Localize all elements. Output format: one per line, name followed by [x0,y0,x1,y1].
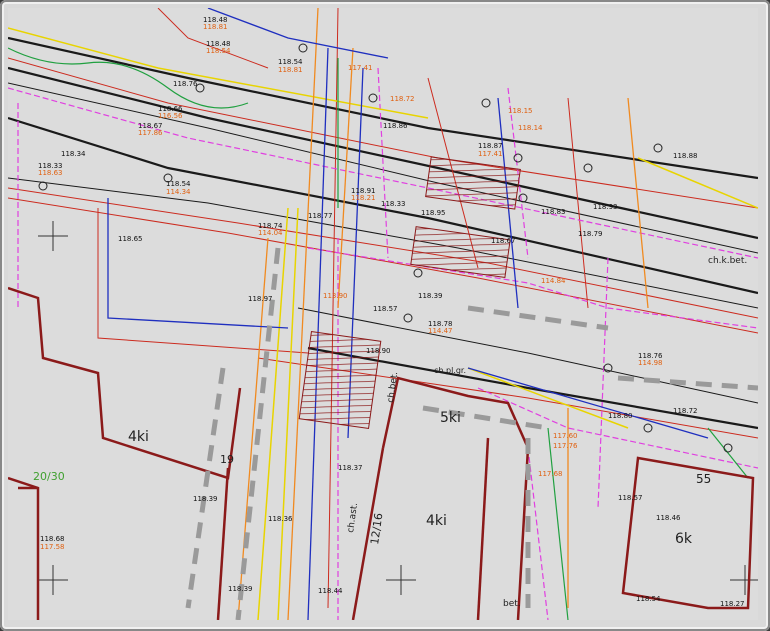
svg-text:114.47: 114.47 [428,327,453,335]
svg-text:118.77: 118.77 [308,212,333,220]
street-label: ch.k.bet. [708,256,747,266]
svg-text:118.83: 118.83 [541,208,566,216]
svg-text:117.41: 117.41 [478,150,503,158]
svg-text:118.54: 118.54 [278,58,303,66]
svg-text:118.87: 118.87 [478,142,503,150]
svg-text:114.34: 114.34 [166,188,191,196]
street-label: bet. [503,599,521,609]
svg-text:117.58: 117.58 [40,543,65,551]
svg-text:118.27: 118.27 [720,600,745,608]
svg-text:118.76: 118.76 [173,80,198,88]
street-label: ch.pl.gr. [434,366,466,375]
svg-text:118.88: 118.88 [673,152,698,160]
building-label: 5ki [440,410,461,426]
map-frame: 4ki 5ki 4ki 6k 55 20/30 12/16 19 ch.k.be… [0,0,770,631]
svg-text:116.56: 116.56 [158,112,183,120]
svg-text:118.37: 118.37 [338,464,363,472]
svg-text:113.90: 113.90 [323,292,348,300]
building-label: 6k [675,531,693,547]
svg-text:118.81: 118.81 [278,66,303,74]
street-label: 12/16 [368,512,385,545]
svg-text:117.86: 117.86 [138,129,163,137]
svg-text:118.46: 118.46 [656,514,681,522]
svg-text:118.57: 118.57 [618,494,643,502]
svg-text:118.67: 118.67 [491,237,516,245]
street-label: ch.ast. [346,502,360,533]
survey-map[interactable]: 4ki 5ki 4ki 6k 55 20/30 12/16 19 ch.k.be… [8,8,758,620]
svg-text:117.76: 117.76 [553,442,578,450]
svg-text:118.95: 118.95 [421,209,446,217]
svg-text:118.68: 118.68 [40,535,65,543]
svg-text:118.57: 118.57 [373,305,398,313]
svg-text:118.54: 118.54 [206,47,231,55]
svg-text:118.97: 118.97 [248,295,273,303]
svg-text:118.63: 118.63 [38,169,63,177]
svg-text:117.60: 117.60 [553,432,578,440]
svg-text:118.34: 118.34 [61,150,86,158]
building-label: 4ki [426,513,447,529]
svg-text:117.41: 117.41 [348,64,373,72]
svg-text:118.39: 118.39 [228,585,253,593]
svg-text:118.33: 118.33 [381,200,406,208]
svg-text:118.65: 118.65 [118,235,143,243]
svg-text:118.93: 118.93 [593,203,618,211]
svg-text:118.14: 118.14 [518,124,543,132]
svg-text:118.15: 118.15 [508,107,533,115]
svg-text:118.80: 118.80 [608,412,633,420]
svg-text:118.90: 118.90 [366,347,391,355]
elevation-labels: 118.48 118.48 118.54 118.76 118.66 118.6… [38,16,745,608]
svg-text:118.81: 118.81 [203,23,228,31]
svg-text:118.72: 118.72 [390,95,415,103]
svg-text:118.79: 118.79 [578,230,603,238]
map-labels: 4ki 5ki 4ki 6k 55 20/30 12/16 19 ch.k.be… [33,16,747,609]
svg-text:114.84: 114.84 [541,277,566,285]
svg-text:118.36: 118.36 [268,515,293,523]
svg-text:114.04: 114.04 [258,229,283,237]
svg-text:118.21: 118.21 [351,194,376,202]
svg-text:117.68: 117.68 [538,470,563,478]
street-label: 19 [220,453,234,466]
parcel-label: 20/30 [33,470,65,483]
svg-text:118.86: 118.86 [383,122,408,130]
street-label: ch.bet. [386,371,400,403]
svg-text:118.44: 118.44 [318,587,343,595]
building-label: 4ki [128,429,149,445]
svg-text:118.54: 118.54 [166,180,191,188]
svg-text:118.72: 118.72 [673,407,698,415]
svg-text:118.39: 118.39 [193,495,218,503]
svg-text:114.98: 114.98 [638,359,663,367]
svg-text:118.54: 118.54 [636,595,661,603]
svg-text:118.39: 118.39 [418,292,443,300]
building-label: 55 [696,472,711,486]
